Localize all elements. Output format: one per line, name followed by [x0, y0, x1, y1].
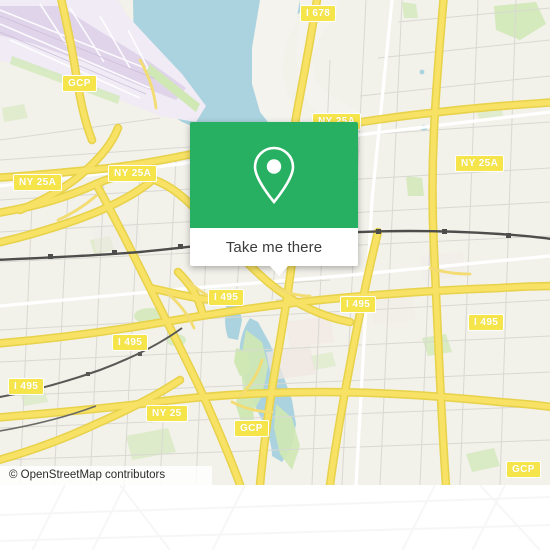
take-me-there-popup[interactable]: Take me there [190, 122, 358, 276]
road-shield: NY 25A [455, 155, 505, 172]
popup-action-label: Take me there [225, 238, 323, 256]
road-shield: GCP [62, 75, 97, 92]
road-shield: I 495 [112, 334, 149, 351]
road-shield: NY 25A [108, 165, 158, 182]
road-shield: I 495 [8, 378, 45, 395]
road-shield: I 495 [208, 289, 245, 306]
footer-bar: 59th Ave (59th lawrence st), Flushing, N… [0, 485, 550, 550]
popup-header [190, 122, 358, 228]
road-shield: NY 25 [146, 405, 188, 422]
popup-pointer-tail [270, 266, 288, 276]
osm-attribution: © OpenStreetMap contributors [0, 466, 212, 485]
road-shield: NY 25A [13, 174, 63, 191]
road-shield: I 495 [468, 314, 505, 331]
footer-map-watermark [0, 485, 550, 550]
popup-action-bar[interactable]: Take me there [190, 228, 358, 276]
road-shield: GCP [234, 420, 269, 437]
map-canvas[interactable]: I 678GCPNY 25ANY 25ANY 25ANY 25AI 495I 4… [0, 0, 550, 485]
road-shield: I 495 [340, 296, 377, 313]
location-pin-icon [253, 146, 295, 205]
moovit-map-screenshot: I 678GCPNY 25ANY 25ANY 25ANY 25AI 495I 4… [0, 0, 550, 550]
road-shield: GCP [506, 461, 541, 478]
road-shield: I 678 [300, 5, 337, 22]
